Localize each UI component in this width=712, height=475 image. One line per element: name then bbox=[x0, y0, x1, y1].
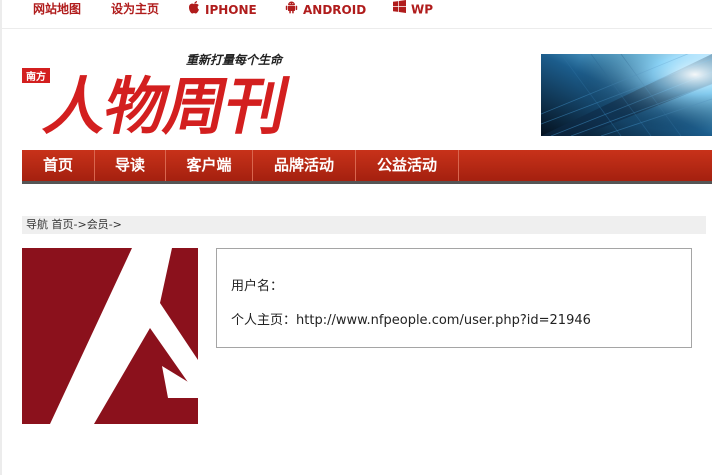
set-homepage-link[interactable]: 设为主页 bbox=[111, 2, 159, 16]
username-label: 用户名： bbox=[231, 279, 284, 294]
logo-slogan: 重新打量每个生命 bbox=[186, 53, 284, 67]
logo-title: 人物周刊 bbox=[38, 71, 293, 138]
wp-label: WP bbox=[411, 2, 434, 17]
logo-title-group: 人物周刊 bbox=[38, 71, 293, 143]
header-banner-image[interactable] bbox=[540, 43, 712, 137]
windows-icon bbox=[393, 0, 406, 16]
breadcrumb-member[interactable]: 会员 bbox=[87, 218, 109, 231]
breadcrumb: 导航 首页->会员-> bbox=[22, 216, 706, 234]
magazine-logo[interactable]: 南方 重新打量每个生命 人物周刊 bbox=[22, 50, 304, 143]
iphone-label: IPHONE bbox=[205, 3, 257, 17]
nav-client[interactable]: 客户端 bbox=[166, 150, 253, 181]
android-link[interactable]: ANDROID bbox=[285, 0, 367, 19]
homepage-url[interactable]: http://www.nfpeople.com/user.php?id=2194… bbox=[296, 313, 591, 328]
logo-badge: 南方 bbox=[26, 70, 46, 83]
avatar bbox=[22, 248, 198, 424]
homepage-row: 个人主页：http://www.nfpeople.com/user.php?id… bbox=[231, 309, 591, 328]
android-icon bbox=[285, 0, 298, 17]
breadcrumb-prefix: 导航 bbox=[26, 218, 48, 231]
top-bar: 网站地图 设为主页 IPHONE ANDROID WP bbox=[0, 0, 712, 29]
homepage-label: 个人主页： bbox=[231, 313, 297, 328]
username-row: 用户名： bbox=[231, 275, 283, 294]
main-nav: 首页 导读 客户端 品牌活动 公益活动 bbox=[22, 150, 712, 184]
nav-charity-events[interactable]: 公益活动 bbox=[356, 150, 459, 181]
apple-icon bbox=[188, 0, 200, 17]
breadcrumb-home[interactable]: 首页 bbox=[52, 218, 74, 231]
android-label: ANDROID bbox=[303, 3, 367, 17]
breadcrumb-separator: -> bbox=[73, 218, 87, 231]
nav-guide[interactable]: 导读 bbox=[95, 150, 166, 181]
profile-info-box: 用户名： 个人主页：http://www.nfpeople.com/user.p… bbox=[216, 248, 692, 348]
breadcrumb-separator: -> bbox=[108, 218, 122, 231]
nav-brand-events[interactable]: 品牌活动 bbox=[253, 150, 356, 181]
nav-home[interactable]: 首页 bbox=[22, 150, 95, 181]
iphone-link[interactable]: IPHONE bbox=[188, 0, 257, 19]
windows-phone-link[interactable]: WP bbox=[393, 0, 434, 18]
page-left-border bbox=[0, 0, 2, 475]
sitemap-link[interactable]: 网站地图 bbox=[33, 2, 81, 16]
